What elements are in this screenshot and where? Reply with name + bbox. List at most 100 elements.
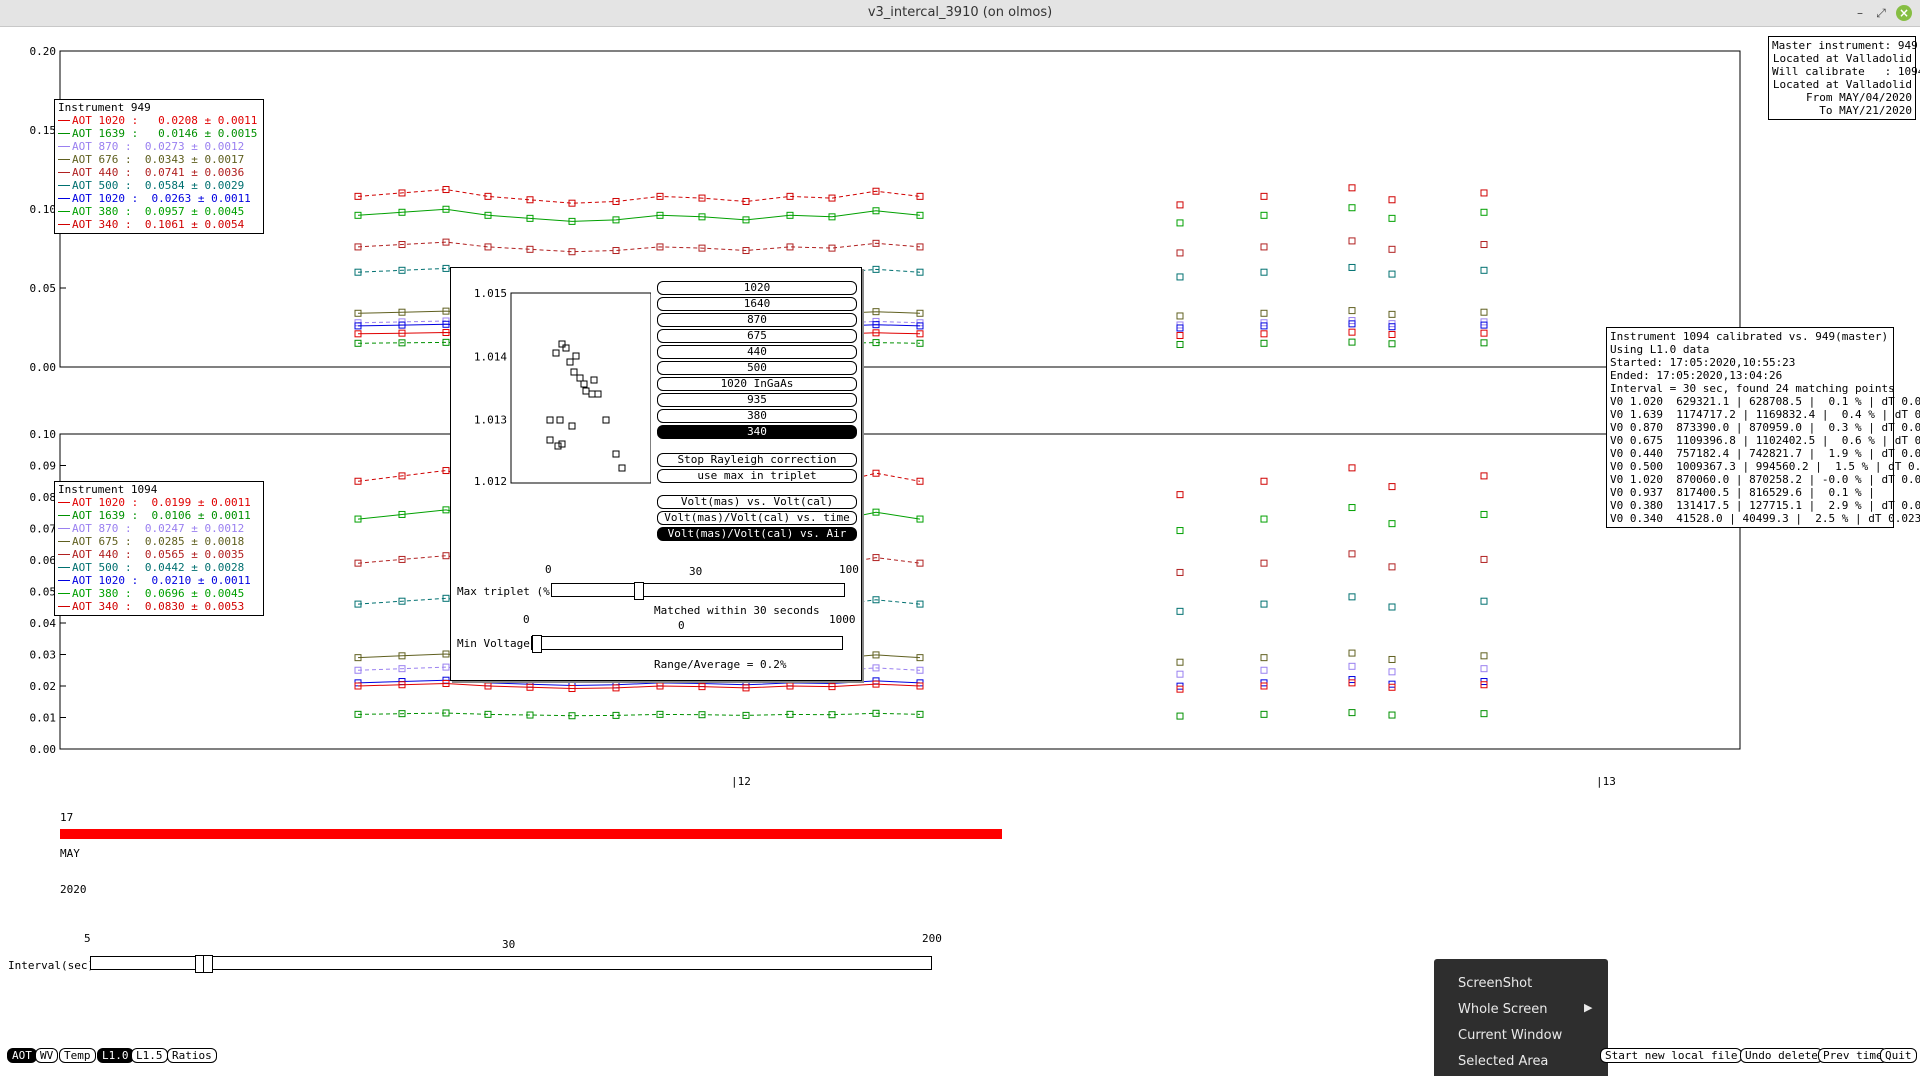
plot-mode-button[interactable]: Volt(mas)/Volt(cal) vs. time xyxy=(657,511,857,525)
scatter-point xyxy=(590,376,598,384)
l15-button[interactable]: L1.5 xyxy=(131,1048,168,1063)
bottom-series-2-point xyxy=(1176,568,1184,576)
aot-plots: 0.20 0.15 0.10 0.05 0.00 0.10 0.09 0.08 0.07 0.06… xyxy=(30,45,1741,756)
bottom-chart-frame xyxy=(59,433,1741,750)
top-series-8-point xyxy=(1176,340,1184,348)
ratios-button[interactable]: Ratios xyxy=(167,1048,217,1063)
legend-marker-icon xyxy=(58,541,70,542)
scatter-y-tick: 1.014 xyxy=(474,350,507,363)
min-voltage-thumb[interactable] xyxy=(532,635,542,653)
legend-entry-text: AOT 440 : 0.0565 ± 0.0035 xyxy=(72,548,245,561)
bottom-series-4-point xyxy=(1388,655,1396,663)
scatter-point xyxy=(546,416,554,424)
calib-info-line: Using L1.0 data xyxy=(1610,343,1710,356)
legend-entry-text: AOT 1020 : 0.0208 ± 0.0011 xyxy=(72,114,258,127)
wavelength-button[interactable]: 870 xyxy=(657,313,857,327)
legend-entry: AOT 500 : 0.0442 ± 0.0028 xyxy=(58,561,260,574)
bottom-series-1-point xyxy=(1348,504,1356,512)
master-info-box: Master instrument: 949 Located at Vallado… xyxy=(1768,36,1920,120)
bottom-chart-y-tick: 0.01 xyxy=(30,712,57,725)
plot-mode-button[interactable]: Volt(mas) vs. Volt(cal) xyxy=(657,495,857,509)
wv-button[interactable]: WV xyxy=(35,1048,59,1063)
interval-min-label: 5 xyxy=(84,932,91,945)
bottom-series-2-point xyxy=(1348,550,1356,558)
bottom-series-3-point xyxy=(1480,597,1488,605)
wavelength-button[interactable]: 340 xyxy=(657,425,857,439)
top-series-2-point xyxy=(1480,241,1488,249)
date-label: 17 MAY 2020 xyxy=(60,788,87,920)
legend-entry: AOT 340 : 0.1061 ± 0.0054 xyxy=(58,218,260,231)
min-voltage-slider[interactable] xyxy=(531,635,843,653)
calib-info-line: V0 1.020 870060.0 | 870258.2 | -0.0 % | … xyxy=(1610,473,1920,486)
calib-info-line: V0 0.340 41528.0 | 40499.3 | 2.5 % | dT … xyxy=(1610,512,1920,525)
max-triplet-label: Max triplet (%) xyxy=(457,585,557,598)
top-series-0-line xyxy=(357,188,921,204)
bottom-series-0-point xyxy=(1260,477,1268,485)
bottom-series-8-point xyxy=(1388,711,1396,719)
master-info-line: To MAY/21/2020 xyxy=(1819,104,1912,117)
top-chart-y-tick: 0.05 xyxy=(30,282,57,295)
menu-item-selected-area[interactable]: Selected Area xyxy=(1458,1054,1548,1069)
l10-button[interactable]: L1.0 xyxy=(97,1048,134,1063)
scatter-point xyxy=(576,374,584,382)
top-series-2-point xyxy=(1388,245,1396,253)
max-triplet-thumb[interactable] xyxy=(634,582,644,600)
menu-item-whole-screen[interactable]: Whole Screen xyxy=(1458,1002,1547,1017)
legend-entry-text: AOT 500 : 0.0584 ± 0.0029 xyxy=(72,179,245,192)
master-info-line: Will calibrate : 1094 xyxy=(1772,65,1920,78)
scatter-point xyxy=(552,349,560,357)
legend-instrument-1094: Instrument 1094 AOT 1020 : 0.0199 ± 0.00… xyxy=(54,481,264,616)
range-text: Range/Average = 0.2% xyxy=(654,658,787,671)
bottom-chart-y-tick: 0.07 xyxy=(30,523,57,536)
scatter-y-tick: 1.013 xyxy=(474,414,507,427)
top-chart-y-tick: 0.15 xyxy=(30,124,57,137)
top-series-1-line xyxy=(357,208,921,222)
wavelength-button[interactable]: 675 xyxy=(657,329,857,343)
wavelength-button[interactable]: 1020 InGaAs xyxy=(657,377,857,391)
close-icon[interactable]: × xyxy=(1896,5,1912,21)
wavelength-button[interactable]: 1640 xyxy=(657,297,857,311)
top-series-4-point xyxy=(1348,307,1356,315)
legend-entry: AOT 1639 : 0.0146 ± 0.0015 xyxy=(58,127,260,140)
calib-info-line: V0 0.937 817400.5 | 816529.6 | 0.1 % | xyxy=(1610,486,1875,499)
wavelength-button[interactable]: 935 xyxy=(657,393,857,407)
bottom-series-1-point xyxy=(1480,510,1488,518)
bottom-series-3-point xyxy=(1348,593,1356,601)
interval-slider-thumb-edge[interactable] xyxy=(203,955,213,973)
bottom-series-2-point xyxy=(1260,559,1268,567)
aot-button[interactable]: AOT xyxy=(7,1048,37,1063)
option-button[interactable]: use max in triplet xyxy=(657,469,857,483)
scatter-point xyxy=(580,380,588,388)
prev-time-button[interactable]: Prev time xyxy=(1818,1048,1888,1063)
legend-entry: AOT 340 : 0.0830 ± 0.0053 xyxy=(58,600,260,613)
bottom-series-0-point xyxy=(1388,483,1396,491)
temp-button[interactable]: Temp xyxy=(59,1048,96,1063)
wavelength-button[interactable]: 440 xyxy=(657,345,857,359)
legend-entry-text: AOT 500 : 0.0442 ± 0.0028 xyxy=(72,561,245,574)
quit-button[interactable]: Quit xyxy=(1880,1048,1917,1063)
max-triplet-max-label: 100 xyxy=(839,563,859,576)
time-range-bar[interactable] xyxy=(60,829,1002,839)
plot-mode-button[interactable]: Volt(mas)/Volt(cal) vs. Air Mass xyxy=(657,527,857,552)
start-new-local-file-button[interactable]: Start new local file xyxy=(1600,1048,1743,1063)
menu-item-current-window[interactable]: Current Window xyxy=(1458,1028,1562,1043)
wavelength-button[interactable]: 1020 xyxy=(657,281,857,295)
top-series-7-point xyxy=(1348,328,1356,336)
undo-delete-button[interactable]: Undo delete xyxy=(1740,1048,1823,1063)
legend-marker-icon xyxy=(58,593,70,594)
top-series-2-line xyxy=(357,241,921,253)
menu-item-screenshot[interactable]: ScreenShot xyxy=(1458,976,1532,991)
minimize-icon[interactable]: – xyxy=(1852,5,1868,21)
option-button[interactable]: Stop Rayleigh correction xyxy=(657,453,857,467)
max-triplet-slider[interactable] xyxy=(551,582,845,600)
scatter-point xyxy=(612,450,620,458)
wavelength-button[interactable]: 380 xyxy=(657,409,857,423)
bottom-series-8-point xyxy=(1176,712,1184,720)
legend-entry-text: AOT 1020 : 0.0263 ± 0.0011 xyxy=(72,192,251,205)
maximize-icon[interactable]: ⤢ xyxy=(1873,5,1889,21)
scatter-point xyxy=(570,368,578,376)
wavelength-button[interactable]: 500 xyxy=(657,361,857,375)
interval-slider[interactable] xyxy=(90,955,932,973)
bottom-series-1-point xyxy=(1388,520,1396,528)
top-series-8-point xyxy=(1260,339,1268,347)
